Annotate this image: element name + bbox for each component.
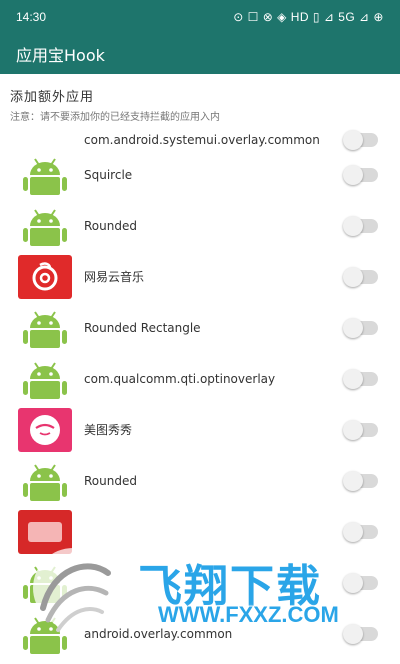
app-row[interactable]: 美图秀秀 (0, 404, 400, 455)
android-icon (18, 153, 72, 197)
app-row[interactable]: com.android.systemui.overlay.common (0, 129, 400, 150)
section-title: 添加额外应用 (10, 90, 95, 105)
app-toggle[interactable] (343, 623, 378, 644)
app-row[interactable]: Rounded (0, 200, 400, 251)
app-label: com.qualcomm.qti.optinoverlay (84, 371, 276, 386)
android-icon (18, 612, 72, 656)
netease-music-icon (18, 254, 72, 299)
app-toggle[interactable] (343, 266, 378, 287)
app-label: Rounded (84, 473, 137, 488)
app-bar: 应用宝Hook (0, 34, 400, 74)
app-row[interactable]: Rounded (0, 455, 400, 506)
status-indicators: ⊙ ☐ ⊗ ◈ HD ▯ ⊿ 5G ⊿ ⊕ (233, 10, 384, 24)
section-hint: 注意：请不要添加你的已经支持拦截的应用入内 (10, 112, 220, 123)
android-icon (18, 133, 72, 147)
section-header: 添加额外应用 注意：请不要添加你的已经支持拦截的应用入内 (0, 74, 400, 129)
app-title: 应用宝Hook (16, 46, 105, 65)
app-row[interactable]: Rounded Rectangle (0, 302, 400, 353)
android-icon (18, 561, 72, 605)
app-label: com.android.systemui.overlay.common (84, 133, 320, 147)
android-icon (18, 204, 72, 248)
app-label: Squircle (84, 167, 133, 182)
app-row[interactable]: Squircle (0, 149, 400, 200)
android-icon (18, 459, 72, 503)
app-label: 美图秀秀 (84, 423, 133, 437)
android-icon (18, 357, 72, 401)
app-toggle[interactable] (343, 521, 378, 542)
red-app-icon (18, 509, 72, 554)
status-time: 14:30 (16, 10, 47, 24)
app-toggle[interactable] (343, 130, 378, 150)
app-toggle[interactable] (343, 470, 378, 491)
app-label: android.overlay.common (84, 626, 233, 641)
app-toggle[interactable] (343, 572, 378, 593)
meitu-icon (18, 407, 72, 452)
app-label: Rounded (84, 218, 137, 233)
app-label: Rounded Rectangle (84, 320, 201, 335)
status-bar: 14:30 ⊙ ☐ ⊗ ◈ HD ▯ ⊿ 5G ⊿ ⊕ (0, 0, 400, 34)
app-label: 网易云音乐 (84, 270, 145, 284)
app-row[interactable]: 网易云音乐 (0, 251, 400, 302)
app-row[interactable] (0, 557, 400, 608)
app-toggle[interactable] (343, 419, 378, 440)
app-row[interactable]: com.qualcomm.qti.optinoverlay (0, 353, 400, 404)
app-row[interactable]: android.overlay.common (0, 608, 400, 659)
app-list[interactable]: com.android.systemui.overlay.common Squir… (0, 129, 400, 659)
app-row[interactable] (0, 506, 400, 557)
app-toggle[interactable] (343, 215, 378, 236)
app-toggle[interactable] (343, 164, 378, 185)
android-icon (18, 306, 72, 350)
app-toggle[interactable] (343, 368, 378, 389)
app-toggle[interactable] (343, 317, 378, 338)
